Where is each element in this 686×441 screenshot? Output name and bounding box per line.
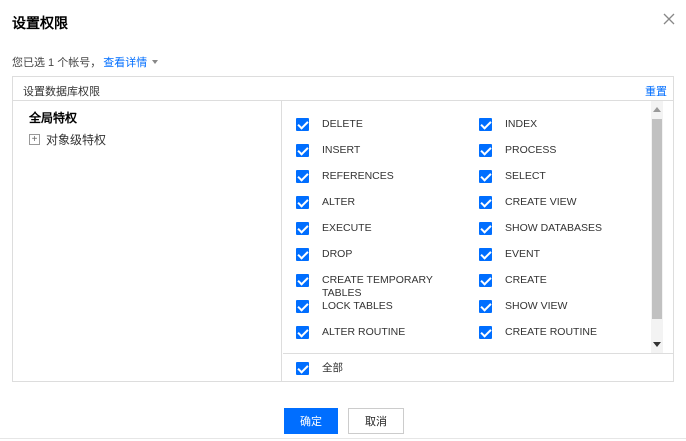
priv-create-temporary-tables[interactable]: CREATE TEMPORARY TABLES: [296, 274, 442, 300]
priv-index[interactable]: INDEX: [479, 118, 537, 131]
checkbox-checked-icon[interactable]: [296, 196, 309, 209]
priv-select[interactable]: SELECT: [479, 170, 546, 183]
dialog-title: 设置权限: [12, 15, 68, 31]
select-all-row: 全部: [283, 353, 674, 382]
checkbox-checked-icon[interactable]: [479, 118, 492, 131]
checkbox-checked-icon[interactable]: [479, 196, 492, 209]
panel-header: 设置数据库权限 重置: [13, 77, 673, 101]
db-privilege-panel: 设置数据库权限 重置 全局特权 + 对象级特权 DELETE INSERT RE…: [12, 76, 674, 382]
reset-link[interactable]: 重置: [645, 83, 667, 99]
priv-drop[interactable]: DROP: [296, 248, 352, 261]
view-details-link[interactable]: 查看详情: [103, 54, 147, 70]
priv-show-databases[interactable]: SHOW DATABASES: [479, 222, 602, 235]
priv-process[interactable]: PROCESS: [479, 144, 556, 157]
footer-divider: [0, 438, 686, 439]
priv-alter[interactable]: ALTER: [296, 196, 355, 209]
checkbox-checked-icon[interactable]: [296, 300, 309, 313]
privilege-tree: 全局特权 + 对象级特权: [13, 101, 282, 382]
checkbox-checked-icon[interactable]: [479, 274, 492, 287]
priv-lock-tables[interactable]: LOCK TABLES: [296, 300, 393, 313]
checkbox-checked-icon[interactable]: [296, 274, 309, 287]
close-icon[interactable]: [662, 12, 676, 26]
select-all-checkbox[interactable]: 全部: [296, 362, 343, 375]
checkbox-checked-icon[interactable]: [479, 222, 492, 235]
priv-create-routine[interactable]: CREATE ROUTINE: [479, 326, 597, 339]
cancel-button[interactable]: 取消: [348, 408, 404, 434]
priv-create[interactable]: CREATE: [479, 274, 547, 287]
selected-account-line: 您已选 1 个帐号， 查看详情: [12, 54, 159, 70]
expand-icon[interactable]: +: [29, 134, 40, 145]
checkbox-checked-icon[interactable]: [479, 144, 492, 157]
confirm-button[interactable]: 确定: [284, 408, 338, 434]
checkbox-checked-icon[interactable]: [296, 118, 309, 131]
priv-insert[interactable]: INSERT: [296, 144, 360, 157]
priv-references[interactable]: REFERENCES: [296, 170, 394, 183]
tree-object-privileges[interactable]: + 对象级特权: [29, 131, 106, 148]
checkbox-checked-icon[interactable]: [479, 326, 492, 339]
checkbox-checked-icon[interactable]: [296, 326, 309, 339]
priv-event[interactable]: EVENT: [479, 248, 540, 261]
checkbox-checked-icon[interactable]: [296, 248, 309, 261]
tree-global-privileges[interactable]: 全局特权: [29, 109, 77, 126]
priv-show-view[interactable]: SHOW VIEW: [479, 300, 567, 313]
scroll-down-icon[interactable]: [653, 342, 661, 347]
checkbox-checked-icon[interactable]: [479, 248, 492, 261]
checkbox-checked-icon[interactable]: [479, 300, 492, 313]
panel-header-label: 设置数据库权限: [23, 86, 100, 98]
priv-execute[interactable]: EXECUTE: [296, 222, 372, 235]
priv-alter-routine[interactable]: ALTER ROUTINE: [296, 326, 405, 339]
checkbox-checked-icon[interactable]: [296, 170, 309, 183]
priv-delete[interactable]: DELETE: [296, 118, 363, 131]
checkbox-checked-icon[interactable]: [296, 222, 309, 235]
priv-create-view[interactable]: CREATE VIEW: [479, 196, 577, 209]
scroll-up-icon[interactable]: [653, 107, 661, 112]
privilege-list: DELETE INSERT REFERENCES ALTER EXECUTE D…: [283, 101, 653, 353]
caret-down-icon[interactable]: [151, 58, 159, 66]
checkbox-checked-icon[interactable]: [296, 144, 309, 157]
checkbox-checked-icon[interactable]: [296, 362, 309, 375]
privilege-list-scrollbar[interactable]: [651, 101, 663, 353]
selected-count-text: 您已选 1 个帐号，: [12, 57, 102, 69]
scroll-thumb[interactable]: [652, 119, 662, 319]
tree-object-label: 对象级特权: [46, 133, 107, 147]
checkbox-checked-icon[interactable]: [479, 170, 492, 183]
